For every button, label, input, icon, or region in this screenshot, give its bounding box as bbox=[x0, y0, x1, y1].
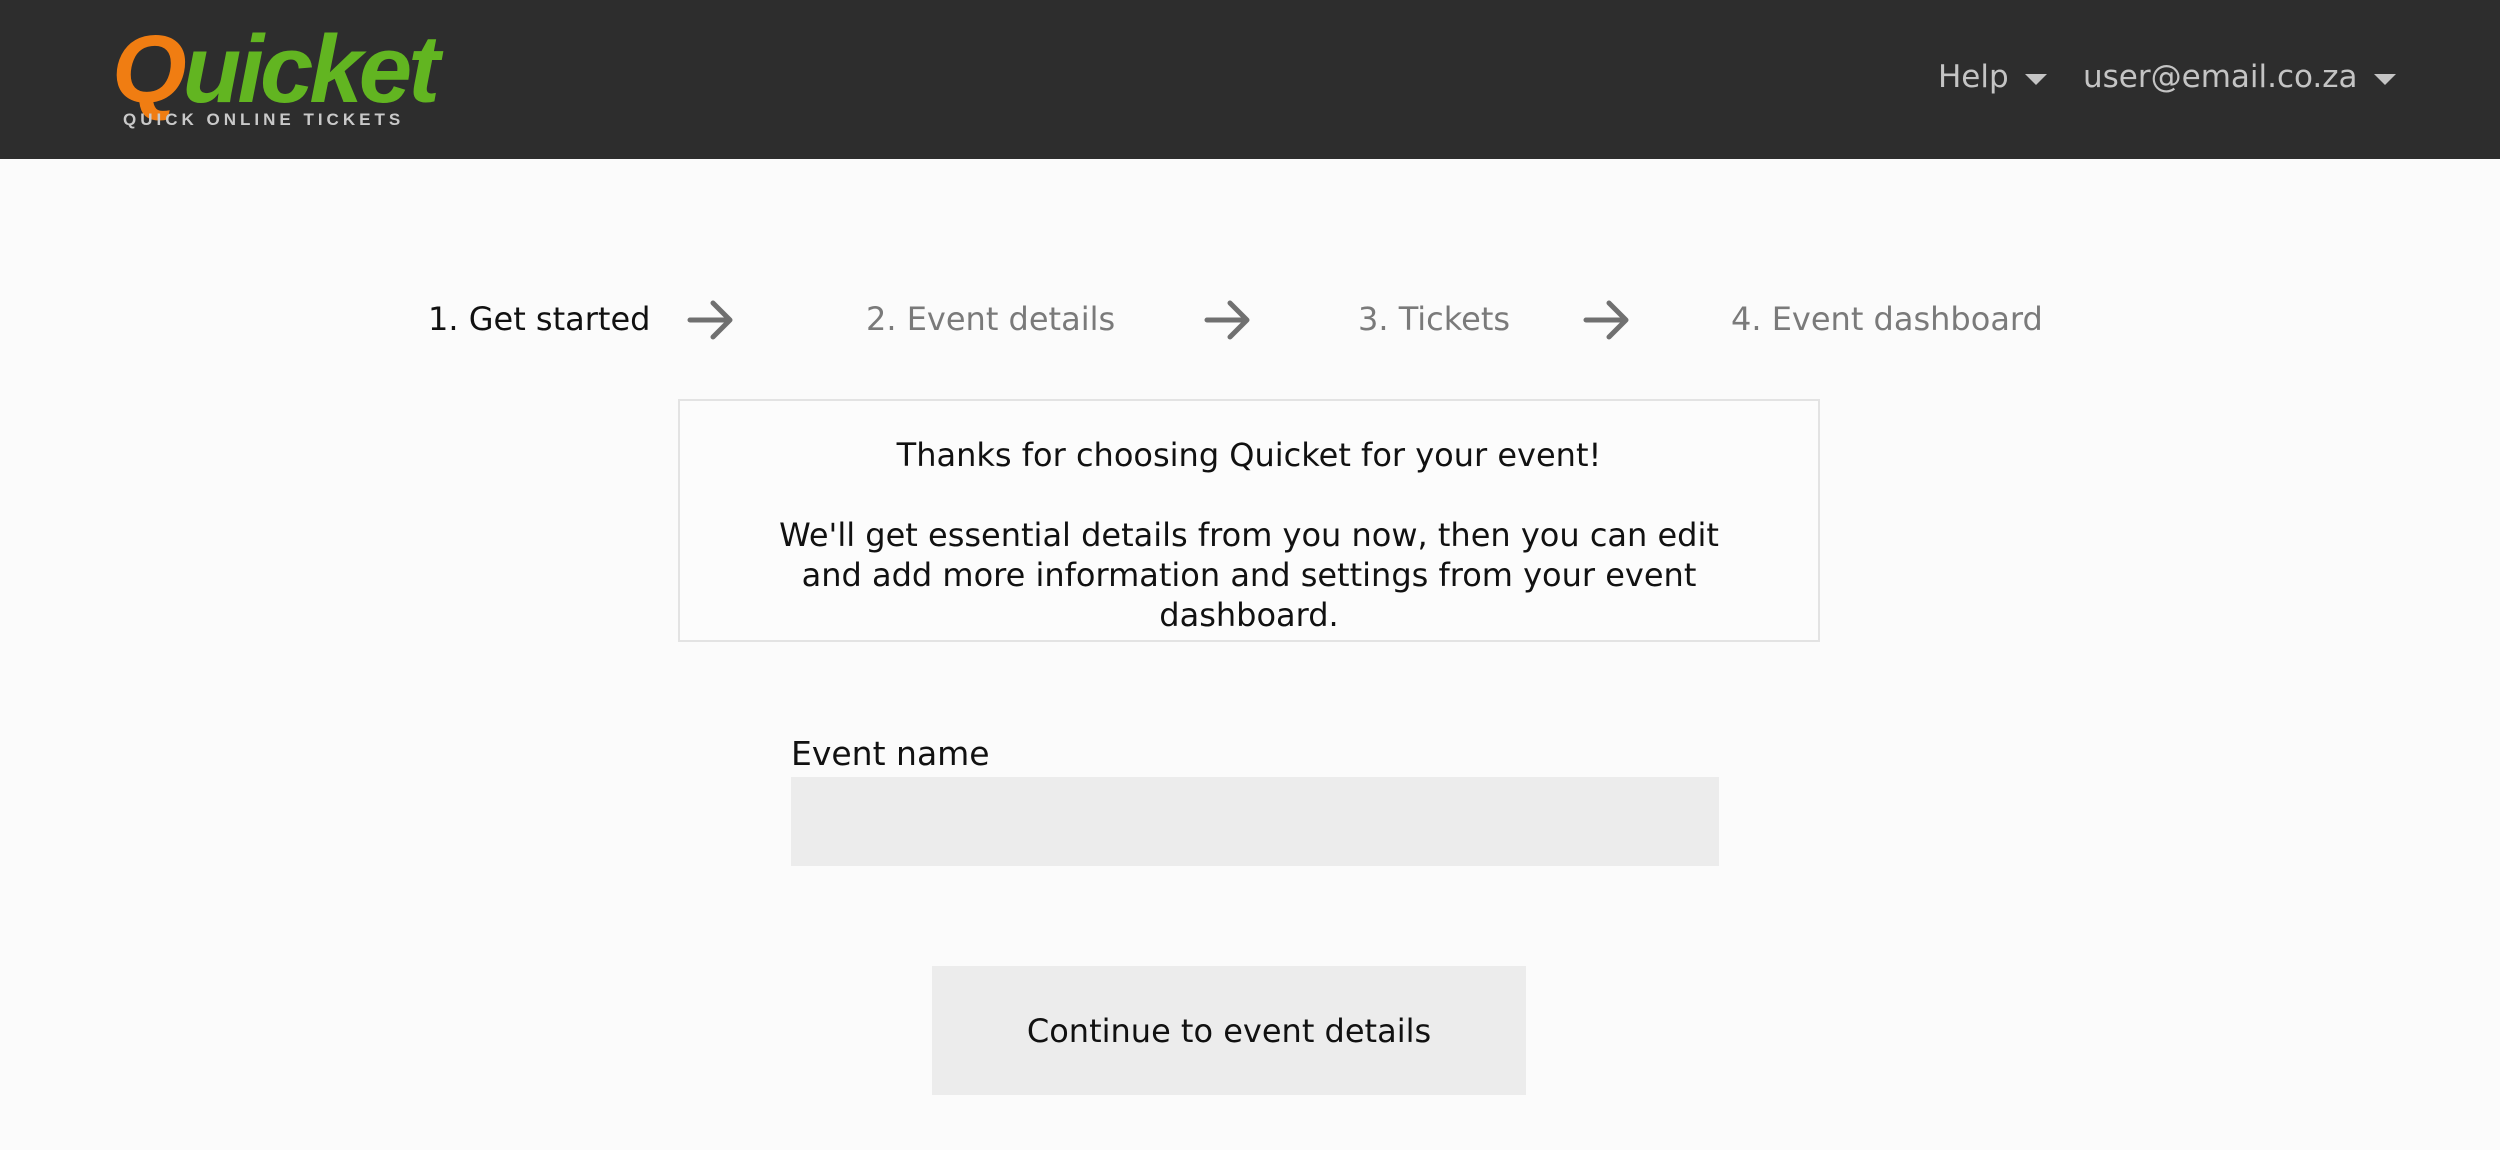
logo-wordmark: Quicket bbox=[112, 16, 440, 123]
user-menu[interactable]: user@email.co.za bbox=[2083, 52, 2396, 102]
user-menu-label: user@email.co.za bbox=[2083, 59, 2358, 95]
help-menu[interactable]: Help bbox=[1938, 52, 2047, 102]
intro-heading: Thanks for choosing Quicket for your eve… bbox=[896, 436, 1602, 474]
intro-panel: Thanks for choosing Quicket for your eve… bbox=[678, 399, 1820, 642]
step-tickets: 3. Tickets bbox=[1358, 300, 1511, 338]
top-navbar: Quicket QUICK ONLINE TICKETS Help user@e… bbox=[0, 0, 2500, 159]
help-menu-label: Help bbox=[1938, 59, 2009, 95]
quicket-logo[interactable]: Quicket QUICK ONLINE TICKETS bbox=[112, 18, 440, 136]
logo-tagline: QUICK ONLINE TICKETS bbox=[123, 110, 405, 129]
chevron-down-icon bbox=[2024, 73, 2047, 85]
chevron-down-icon bbox=[2373, 73, 2396, 85]
step-get-started: 1. Get started bbox=[428, 300, 651, 338]
arrow-right-icon bbox=[687, 300, 733, 340]
step-event-details: 2. Event details bbox=[866, 300, 1116, 338]
logo-wordmark-rest: uicket bbox=[182, 16, 440, 123]
arrow-right-icon bbox=[1204, 300, 1250, 340]
event-name-label: Event name bbox=[791, 734, 990, 773]
event-name-input[interactable] bbox=[791, 777, 1719, 866]
step-event-dashboard: 4. Event dashboard bbox=[1731, 300, 2043, 338]
continue-button[interactable]: Continue to event details bbox=[932, 966, 1526, 1095]
logo-wordmark-q: Q bbox=[112, 16, 187, 123]
arrow-right-icon bbox=[1583, 300, 1629, 340]
intro-body: We'll get essential details from you now… bbox=[779, 516, 1719, 634]
